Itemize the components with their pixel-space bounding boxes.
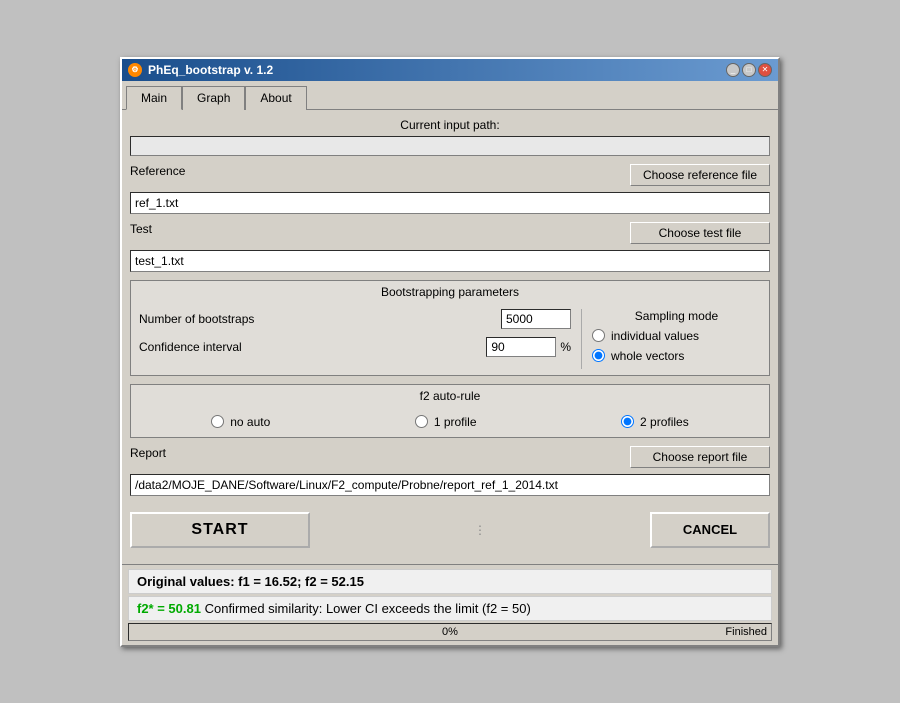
original-values-row: Original values: f1 = 16.52; f2 = 52.15: [128, 569, 772, 594]
reference-input[interactable]: [130, 192, 770, 214]
main-window: ⚙ PhEq_bootstrap v. 1.2 _ □ ✕ Main Graph…: [120, 57, 780, 647]
tab-main[interactable]: Main: [126, 86, 182, 110]
f2-group: f2 auto-rule no auto 1 profile 2 profile…: [130, 384, 770, 438]
close-button[interactable]: ✕: [758, 63, 772, 77]
f2star-value: f2* = 50.81: [137, 601, 201, 616]
original-f1: f1 = 16.52;: [238, 574, 301, 589]
status-bar: Original values: f1 = 16.52; f2 = 52.15 …: [122, 564, 778, 645]
sampling-whole-row: whole vectors: [592, 349, 761, 363]
test-input[interactable]: [130, 250, 770, 272]
bootstrapping-title: Bootstrapping parameters: [131, 281, 769, 303]
bootstrap-params: Number of bootstraps Confidence interval…: [139, 309, 761, 369]
bootstrapping-content: Number of bootstraps Confidence interval…: [131, 303, 769, 375]
f2-two-profiles-radio[interactable]: [621, 415, 634, 428]
reference-label: Reference: [130, 164, 185, 178]
f2-two-profiles: 2 profiles: [621, 415, 689, 429]
window-title: PhEq_bootstrap v. 1.2: [148, 63, 273, 77]
choose-test-button[interactable]: Choose test file: [630, 222, 770, 244]
num-bootstraps-label: Number of bootstraps: [139, 312, 501, 326]
title-bar-left: ⚙ PhEq_bootstrap v. 1.2: [128, 63, 273, 77]
reference-row: Reference Choose reference file: [130, 164, 770, 186]
sampling-whole-label: whole vectors: [611, 349, 684, 363]
choose-reference-button[interactable]: Choose reference file: [630, 164, 770, 186]
original-label: Original values:: [137, 574, 235, 589]
title-buttons: _ □ ✕: [726, 63, 772, 77]
confidence-row: Confidence interval %: [139, 337, 571, 357]
start-button[interactable]: START: [130, 512, 310, 548]
tab-graph[interactable]: Graph: [182, 86, 245, 110]
sampling-whole-radio[interactable]: [592, 349, 605, 362]
f2-no-auto: no auto: [211, 415, 270, 429]
finished-text: Finished: [725, 626, 767, 638]
f2-no-auto-label: no auto: [230, 415, 270, 429]
main-content: Current input path: Reference Choose ref…: [122, 110, 778, 564]
num-bootstraps-row: Number of bootstraps: [139, 309, 571, 329]
report-label: Report: [130, 446, 166, 460]
sampling-individual-radio[interactable]: [592, 329, 605, 342]
test-label: Test: [130, 222, 152, 236]
bottom-buttons: START ⋮ CANCEL: [130, 512, 770, 548]
similarity-text: Confirmed similarity: Lower CI exceeds t…: [205, 601, 531, 616]
f2-title: f2 auto-rule: [131, 385, 769, 407]
f2-no-auto-radio[interactable]: [211, 415, 224, 428]
maximize-button[interactable]: □: [742, 63, 756, 77]
confidence-input[interactable]: [486, 337, 556, 357]
f2-one-profile: 1 profile: [415, 415, 477, 429]
title-bar: ⚙ PhEq_bootstrap v. 1.2 _ □ ✕: [122, 59, 778, 81]
current-path-input[interactable]: [130, 136, 770, 156]
confidence-unit: %: [560, 340, 571, 354]
choose-report-button[interactable]: Choose report file: [630, 446, 770, 468]
params-right: Sampling mode individual values whole ve…: [581, 309, 761, 369]
f2-two-profiles-label: 2 profiles: [640, 415, 689, 429]
separator: ⋮: [474, 523, 486, 537]
f2-one-profile-radio[interactable]: [415, 415, 428, 428]
tab-bar: Main Graph About: [122, 81, 778, 110]
sampling-individual-row: individual values: [592, 329, 761, 343]
bootstrapping-group: Bootstrapping parameters Number of boots…: [130, 280, 770, 376]
params-left: Number of bootstraps Confidence interval…: [139, 309, 581, 369]
app-icon: ⚙: [128, 63, 142, 77]
current-path-label: Current input path:: [130, 118, 770, 132]
similarity-row: f2* = 50.81 Confirmed similarity: Lower …: [128, 596, 772, 621]
progress-bar-container: 0% Finished: [128, 623, 772, 641]
progress-text: 0%: [442, 626, 458, 638]
cancel-button[interactable]: CANCEL: [650, 512, 770, 548]
f2-options: no auto 1 profile 2 profiles: [131, 407, 769, 437]
sampling-individual-label: individual values: [611, 329, 699, 343]
original-f2: f2 = 52.15: [305, 574, 364, 589]
report-row: Report Choose report file: [130, 446, 770, 468]
num-bootstraps-input[interactable]: [501, 309, 571, 329]
confidence-label: Confidence interval: [139, 340, 486, 354]
sampling-title: Sampling mode: [592, 309, 761, 323]
test-row: Test Choose test file: [130, 222, 770, 244]
f2-one-profile-label: 1 profile: [434, 415, 477, 429]
tab-about[interactable]: About: [245, 86, 306, 110]
report-path-input[interactable]: [130, 474, 770, 496]
minimize-button[interactable]: _: [726, 63, 740, 77]
